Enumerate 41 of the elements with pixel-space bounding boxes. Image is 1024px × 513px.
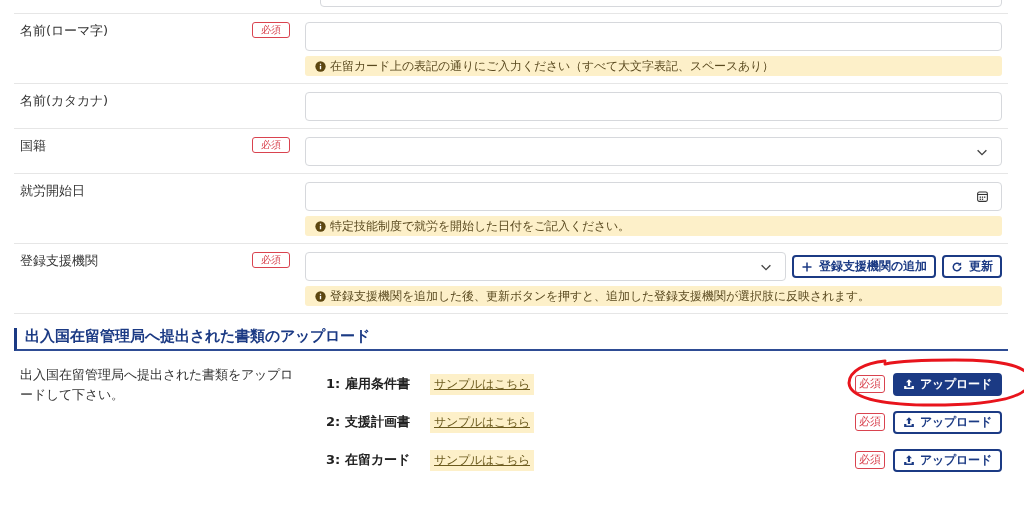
field-label: 名前(カタカナ) [20,93,109,109]
upload-button[interactable]: アップロード [893,372,1002,396]
required-badge: 必須 [252,137,290,153]
info-icon [315,60,326,72]
upload-icon [903,454,915,466]
document-name: 1: 雇用条件書 [326,375,411,393]
select-field[interactable] [305,252,786,281]
input-field[interactable] [305,22,1002,51]
section-heading: 出入国在留管理局へ提出された書類のアップロード [14,328,1008,351]
info-icon [315,220,326,232]
sample-link[interactable]: サンプルはこちら [430,373,534,395]
document-name: 2: 支援計画書 [326,413,411,431]
field-label: 就労開始日 [20,183,85,199]
input-field[interactable] [305,92,1002,121]
field-label: 国籍 [20,138,46,154]
required-badge: 必須 [855,375,885,393]
upload-button[interactable]: アップロード [893,410,1002,434]
required-badge: 必須 [855,451,885,469]
calendar-icon [976,190,989,203]
info-icon [315,290,326,302]
upload-icon [903,416,915,428]
required-badge: 必須 [855,413,885,431]
upload-icon [903,378,915,390]
required-badge: 必須 [252,22,290,38]
date-field[interactable] [305,182,1002,211]
upload-button[interactable]: アップロード [893,448,1002,472]
refresh-icon [951,260,963,273]
select-field[interactable] [305,137,1002,166]
section-description: 出入国在留管理局へ提出された書類をアップロードして下さい。 [19,366,294,404]
sample-link[interactable]: サンプルはこちら [430,449,534,471]
sample-link[interactable]: サンプルはこちら [430,411,534,433]
field-label: 登録支援機関 [20,253,98,269]
note-text: 特定技能制度で就労を開始した日付をご記入ください。 [330,219,630,233]
field-label: 名前(ローマ字) [20,23,109,39]
plus-icon [801,260,813,273]
note-text: 登録支援機関を追加した後、更新ボタンを押すと、追加した登録支援機関が選択肢に反映されます。 [330,289,870,303]
note-text: 在留カード上の表記の通りにご入力ください（すべて大文字表記、スペースあり） [330,59,774,73]
outline-button[interactable]: 更新 [942,255,1002,278]
required-badge: 必須 [252,252,290,268]
document-name: 3: 在留カード [326,451,411,469]
outline-button[interactable]: 登録支援機関の追加 [792,255,936,278]
